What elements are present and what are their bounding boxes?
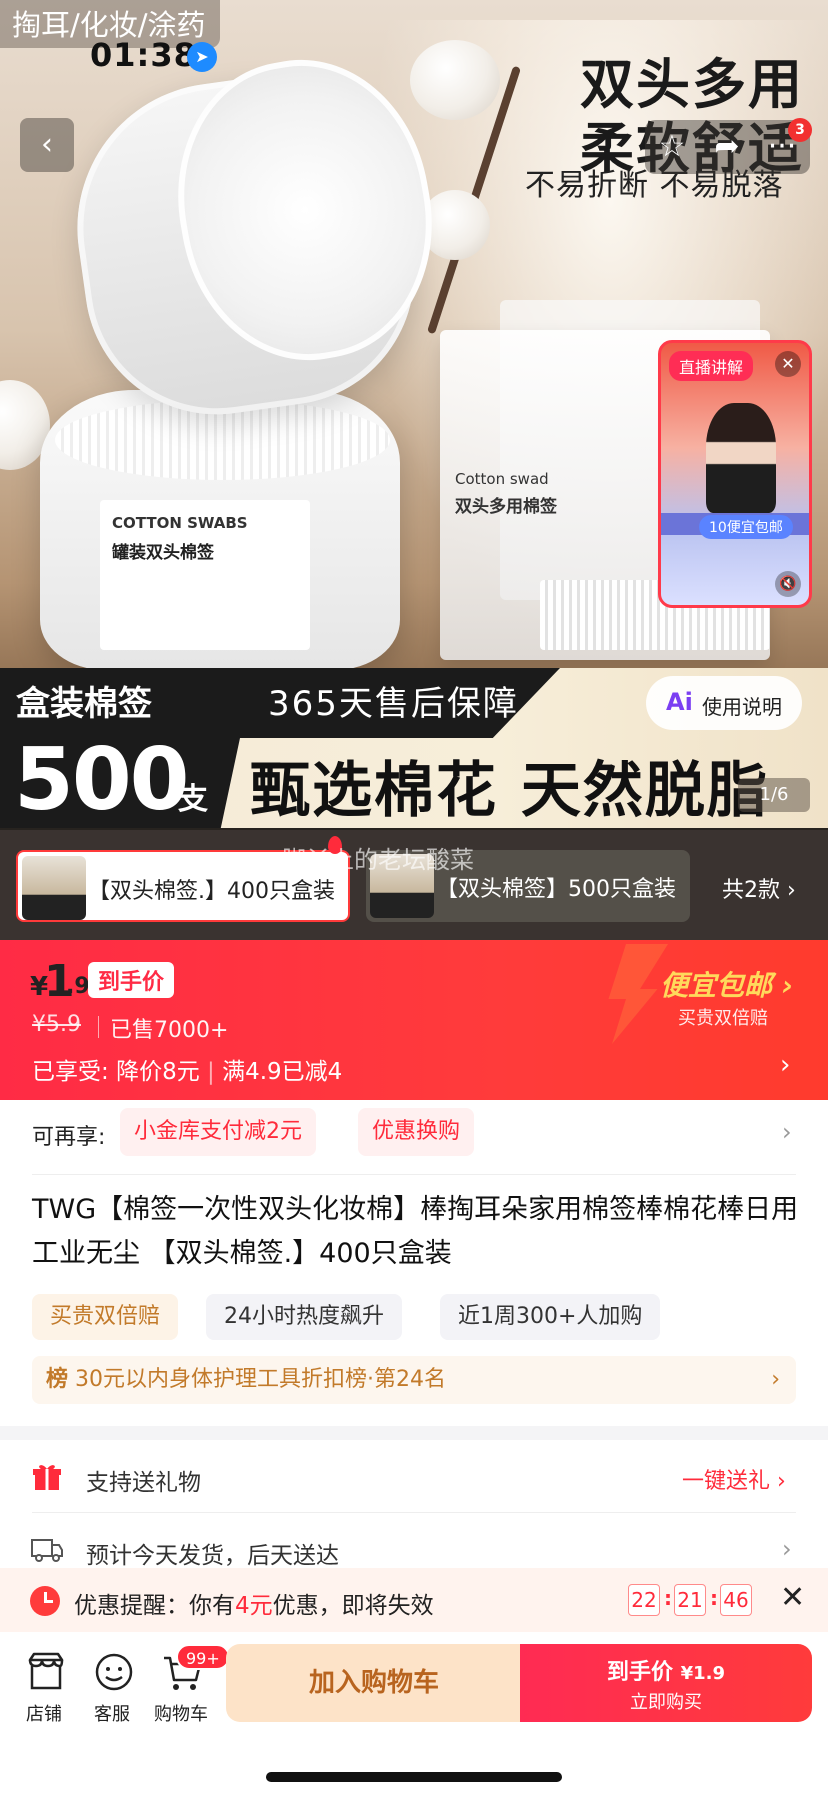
banner-tag: 盒装棉签 [16, 684, 152, 724]
price-decimal: .9 [66, 974, 90, 999]
cheap-shipping-title[interactable]: 便宜包邮 › [660, 964, 793, 1004]
bag-label: Cotton swad 双头多用棉签 [455, 470, 557, 517]
variant-label: 【双头棉签】500只盒装 [436, 877, 676, 902]
jar-label-en: COTTON SWABS [112, 514, 248, 532]
product-title: TWG【棉签一次性双头化妆棉】棒掏耳朵家用棉签棒棉花棒日用工业无尘 【双头棉签.… [32, 1194, 799, 1269]
close-icon[interactable]: ✕ [775, 351, 801, 377]
live-stream-card[interactable]: 10便宜包邮 直播讲解 ✕ 🔇 [658, 340, 812, 608]
tag-added-to-cart: 近1周300+人加购 [440, 1294, 661, 1340]
mute-icon[interactable]: 🔇 [775, 571, 801, 597]
ranking-banner[interactable]: 榜 30元以内身体护理工具折扣榜·第24名 › [32, 1356, 796, 1404]
cart-badge: 99+ [176, 1644, 230, 1670]
truck-icon [31, 1539, 63, 1562]
back-button[interactable]: ‹ [20, 118, 74, 172]
chevron-left-icon: ‹ [41, 127, 53, 162]
tag-trending: 24小时热度飙升 [206, 1294, 402, 1340]
divider [98, 1016, 99, 1038]
divider [32, 1512, 796, 1513]
banner-unit: 支 [178, 782, 208, 817]
service-label: 客服 [94, 1704, 130, 1725]
gift-text: 支持送礼物 [86, 1470, 201, 1496]
buy-now-label: 立即购买 [630, 1692, 702, 1713]
live-host-figure [706, 403, 776, 513]
bag-label-en: Cotton swad [455, 470, 549, 488]
shop-icon[interactable] [24, 1650, 68, 1694]
reminder-prefix: 优惠提醒：你有 [74, 1593, 235, 1619]
favorite-star-icon[interactable]: ☆ [645, 120, 699, 174]
section-gap [0, 1426, 828, 1440]
live-promo-badge: 10便宜包邮 [699, 515, 793, 539]
countdown-separator: : [710, 1586, 718, 1610]
location-arrow-icon: ➤ [187, 42, 217, 72]
chevron-right-icon: › [771, 1367, 780, 1392]
divider [32, 1174, 796, 1175]
page-indicator: 1/6 [738, 778, 810, 812]
jar-bottom-label: COTTON SWABS 罐装双头棉签 [100, 500, 310, 650]
cotton-ball [410, 40, 500, 120]
ai-help-button[interactable]: Ai 使用说明 [646, 676, 802, 730]
ai-help-label: 使用说明 [702, 695, 782, 719]
original-price: ¥5.9 [32, 1012, 81, 1037]
home-indicator [266, 1772, 562, 1782]
add-to-cart-button[interactable]: 加入购物车 [226, 1644, 522, 1722]
enjoy-discount-2: 满4.9已减4 [222, 1059, 343, 1085]
variant-thumbnail [22, 856, 86, 920]
chevron-right-icon[interactable]: › [782, 1535, 792, 1563]
chevron-right-icon[interactable]: › [782, 1118, 792, 1146]
variants-total-link[interactable]: 共2款 › [722, 872, 796, 904]
reenjoy-label: 可再享: [32, 1125, 106, 1150]
reminder-text: 优惠提醒：你有4元优惠，即将失效 [74, 1586, 434, 1620]
countdown-separator: : [664, 1586, 672, 1610]
ranking-text: 30元以内身体护理工具折扣榜·第24名 [75, 1367, 446, 1392]
countdown-minutes: 21 [674, 1584, 706, 1616]
status-time: 01:38 [90, 36, 197, 74]
enjoy-label: 已享受: [32, 1059, 109, 1085]
price-tag: 到手价 [88, 962, 175, 998]
live-tag: 直播讲解 [669, 351, 754, 381]
banner-guarantee: 365天售后保障 [268, 684, 519, 724]
divider: | [207, 1059, 223, 1085]
chevron-right-icon[interactable]: › [780, 1050, 790, 1080]
gift-icon [33, 1465, 61, 1490]
more-badge: 3 [788, 118, 812, 142]
buy-now-button[interactable]: 到手价 ¥1.9 立即购买 [520, 1644, 812, 1722]
ai-sparkle-icon: Ai [666, 688, 693, 716]
cart-label: 购物车 [154, 1704, 208, 1725]
top-actions: ☆ ➦ ··· [645, 120, 810, 174]
shop-label: 店铺 [26, 1704, 62, 1725]
buy-now-price-label: 到手价 [606, 1660, 673, 1685]
variant-label: 【双头棉签.】400只盒装 [88, 879, 335, 904]
countdown-seconds: 46 [720, 1584, 752, 1616]
coupon-chip[interactable]: 小金库支付减2元 [120, 1108, 316, 1156]
buy-now-price: ¥1.9 [680, 1663, 726, 1684]
jar-label-cn: 罐装双头棉签 [112, 543, 214, 563]
enjoy-discount-1: 降价8元 [116, 1059, 200, 1085]
clock-icon [30, 1586, 60, 1616]
tag-guarantee: 买贵双倍赔 [32, 1294, 179, 1340]
cheap-shipping-sub: 买贵双倍赔 [678, 1008, 768, 1029]
countdown-hours: 22 [628, 1584, 660, 1616]
overlay-username: 脚丫上的老坛酸菜 [282, 846, 474, 874]
enjoy-row: 已享受: 降价8元 | 满4.9已减4 [32, 1052, 342, 1086]
banner-count: 500 [14, 730, 190, 830]
coupon-chip[interactable]: 优惠换购 [358, 1108, 475, 1156]
bag-label-cn: 双头多用棉签 [455, 497, 557, 517]
reminder-suffix: 优惠，即将失效 [272, 1593, 434, 1619]
shipping-estimate: 预计今天发货，后天送达 [86, 1543, 339, 1569]
sold-count: 已售7000+ [110, 1018, 229, 1043]
buy-now-price-line: 到手价 ¥1.9 [520, 1654, 812, 1686]
customer-service-icon[interactable] [92, 1650, 136, 1694]
send-gift-link[interactable]: 一键送礼 › [682, 1463, 786, 1495]
banner-main-text: 甄选棉花 天然脱脂 [250, 756, 769, 826]
reminder-amount: 4元 [235, 1593, 273, 1619]
close-icon[interactable]: ✕ [780, 1580, 805, 1615]
share-icon[interactable]: ➦ [700, 120, 754, 174]
ranking-icon: 榜 [46, 1367, 69, 1392]
